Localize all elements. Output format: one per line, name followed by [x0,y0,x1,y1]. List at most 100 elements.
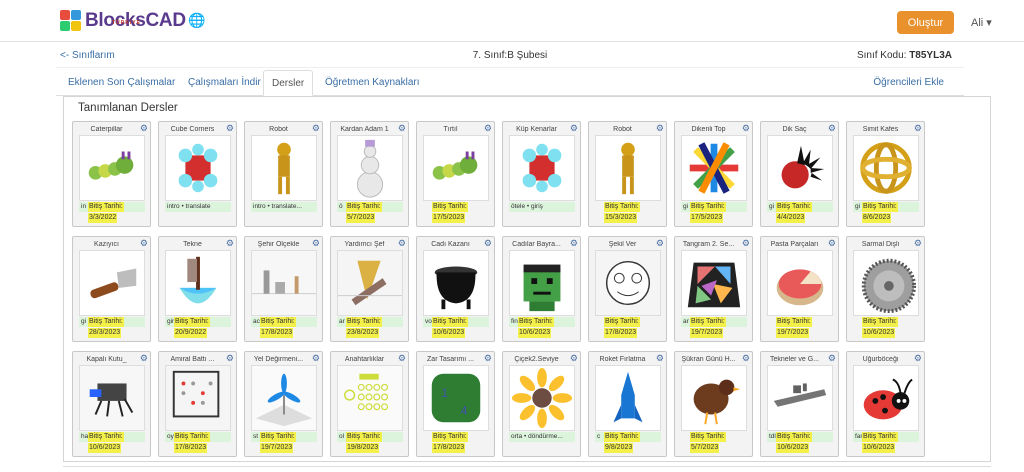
lesson-card[interactable]: Yardımcı Şef ⚙ ar Bitiş Tarihi: 23/8/2023 [330,236,409,342]
lesson-title[interactable]: Simit Kafes [849,126,912,133]
gear-icon[interactable]: ⚙ [742,123,750,133]
lesson-title[interactable]: Kardan Adam 1 [333,126,396,133]
gear-icon[interactable]: ⚙ [656,238,664,248]
keychain-model[interactable] [337,365,403,431]
gear-icon[interactable]: ⚙ [140,353,148,363]
lesson-title[interactable]: Kazıyıcı [75,241,138,248]
tab-lessons[interactable]: Dersler [263,70,314,96]
torus-cage-model[interactable] [853,135,919,201]
lesson-title[interactable]: Pasta Parçaları [763,241,826,248]
frankenstein-model[interactable] [509,250,575,316]
lesson-card[interactable]: Şükran Günü H... ⚙ Bitiş Tarihi: 5/7/2023 [674,351,753,457]
lesson-card[interactable]: Roket Fırlatma ⚙ c Bitiş Tarihi: 9/8/2023 [588,351,667,457]
cube-corners-model[interactable] [165,135,231,201]
lesson-title[interactable]: Yel Değirmeni... [247,356,310,363]
spiky-ball-model[interactable] [681,135,747,201]
city-scale-model[interactable] [251,250,317,316]
lesson-title[interactable]: Çiçek2.Seviye [505,356,568,363]
robot-model[interactable] [251,135,317,201]
gear-icon[interactable]: ⚙ [226,238,234,248]
cauldron-model[interactable] [423,250,489,316]
lesson-card[interactable]: Dikenli Top ⚙ gi Bitiş Tarihi: 17/5/2023 [674,121,753,227]
gear-icon[interactable]: ⚙ [484,238,492,248]
gear-icon[interactable]: ⚙ [484,353,492,363]
gear-icon[interactable]: ⚙ [140,238,148,248]
lesson-title[interactable]: Amiral Battı ... [161,356,224,363]
gear-icon[interactable]: ⚙ [312,123,320,133]
lesson-card[interactable]: Tekneler ve G... ⚙ tdl Bitiş Tarihi: 10/6/20… [760,351,839,457]
lesson-card[interactable]: Sarmal Dişli ⚙ Bitiş Tarihi: 10/6/2023 [846,236,925,342]
gear-icon[interactable]: ⚙ [226,353,234,363]
lesson-title[interactable]: Tekne [161,241,224,248]
tab-download-works[interactable]: Çalışmaları İndir [180,70,269,96]
lesson-card[interactable]: Kazıyıcı ⚙ gi Bitiş Tarihi: 28/3/2023 [72,236,151,342]
ladybug-model[interactable] [853,365,919,431]
dice-model[interactable]: 14 [423,365,489,431]
lesson-card[interactable]: Pasta Parçaları ⚙ Bitiş Tarihi: 19/7/2023 [760,236,839,342]
gear-icon[interactable]: ⚙ [570,353,578,363]
gear-icon[interactable]: ⚙ [398,123,406,133]
snowman-model[interactable] [337,135,403,201]
lesson-card[interactable]: Tırtıl ⚙ Bitiş Tarihi: 17/5/2023 [416,121,495,227]
lesson-card[interactable]: Küp Kenarlar ⚙ ötele • giriş [502,121,581,227]
lesson-card[interactable]: Zar Tasarımı ... ⚙ 1 4 Bitiş Tarihi: 17/8/202… [416,351,495,457]
pie-model[interactable] [767,250,833,316]
lesson-card[interactable]: Robot ⚙ Bitiş Tarihi: 15/3/2023 [588,121,667,227]
lesson-card[interactable]: Cube Corners ⚙ intro • translate [158,121,237,227]
lesson-title[interactable]: Kapalı Kutu_ [75,356,138,363]
caterpillar-model[interactable] [423,135,489,201]
gear-icon[interactable]: ⚙ [828,123,836,133]
tangram-model[interactable] [681,250,747,316]
caterpillar-model[interactable] [79,135,145,201]
shape-model[interactable] [595,250,661,316]
lesson-title[interactable]: Roket Fırlatma [591,356,654,363]
lesson-title[interactable]: Tangram 2. Se... [677,241,740,248]
robot-model[interactable] [595,135,661,201]
lesson-card[interactable]: Yel Değirmeni... ⚙ st Bitiş Tarihi: 19/7/202… [244,351,323,457]
gear-icon[interactable]: ⚙ [312,353,320,363]
lesson-title[interactable]: Zar Tasarımı ... [419,356,482,363]
lesson-title[interactable]: Robot [591,126,654,133]
lesson-title[interactable]: Şehir Ölçekle [247,241,310,248]
lesson-title[interactable]: Cube Corners [161,126,224,133]
spiky-hair-model[interactable] [767,135,833,201]
gear-icon[interactable]: ⚙ [914,353,922,363]
lesson-card[interactable]: Tekne ⚙ gir Bitiş Tarihi: 20/9/2022 [158,236,237,342]
lesson-title[interactable]: Cadılar Bayra... [505,241,568,248]
lesson-title[interactable]: Dikenli Top [677,126,740,133]
lesson-card[interactable]: Simit Kafes ⚙ gi Bitiş Tarihi: 8/6/2023 [846,121,925,227]
lesson-title[interactable]: Sarmal Dişli [849,241,912,248]
flower-model[interactable] [509,365,575,431]
lesson-card[interactable]: Şehir Ölçekle ⚙ ac Bitiş Tarihi: 17/8/2023 [244,236,323,342]
gear-icon[interactable]: ⚙ [742,353,750,363]
lesson-card[interactable]: Amiral Battı ... ⚙ oyu Bitiş Tarihi: 17/8/20… [158,351,237,457]
lesson-card[interactable]: Kardan Adam 1 ⚙ ö Bitiş Tarihi: 5/7/2023 [330,121,409,227]
lesson-title[interactable]: Şükran Günü H... [677,356,740,363]
gear-icon[interactable]: ⚙ [226,123,234,133]
lesson-title[interactable]: Anahtarlıklar [333,356,396,363]
gear-icon[interactable]: ⚙ [742,238,750,248]
lesson-card[interactable]: Cadı Kazanı ⚙ vol Bitiş Tarihi: 10/6/2023 [416,236,495,342]
gear-icon[interactable]: ⚙ [828,238,836,248]
lesson-card[interactable]: Anahtarlıklar ⚙ ol Bitiş Tarihi: 19/8/2023 [330,351,409,457]
lesson-card[interactable]: Tangram 2. Se... ⚙ ar Bitiş Tarihi: 19/7/202… [674,236,753,342]
lesson-title[interactable]: Uğurböceği [849,356,912,363]
lesson-title[interactable]: Küp Kenarlar [505,126,568,133]
lesson-title[interactable]: Robot [247,126,310,133]
gear-icon[interactable]: ⚙ [398,238,406,248]
gear-icon[interactable]: ⚙ [914,238,922,248]
lesson-title[interactable]: Tekneler ve G... [763,356,826,363]
gear-icon[interactable]: ⚙ [398,353,406,363]
gear-icon[interactable]: ⚙ [484,123,492,133]
gear-icon[interactable]: ⚙ [656,123,664,133]
gear-icon[interactable]: ⚙ [656,353,664,363]
scraper-model[interactable] [79,250,145,316]
gear-icon[interactable]: ⚙ [914,123,922,133]
gear-model[interactable] [853,250,919,316]
lesson-card[interactable]: Robot ⚙ intro • translate... [244,121,323,227]
create-button[interactable]: Oluştur [897,11,954,34]
lesson-card[interactable]: Cadılar Bayra... ⚙ fin Bitiş Tarihi: 10/6/20… [502,236,581,342]
lesson-title[interactable]: Tırtıl [419,126,482,133]
lesson-title[interactable]: Şekil Ver [591,241,654,248]
turkey-model[interactable] [681,365,747,431]
